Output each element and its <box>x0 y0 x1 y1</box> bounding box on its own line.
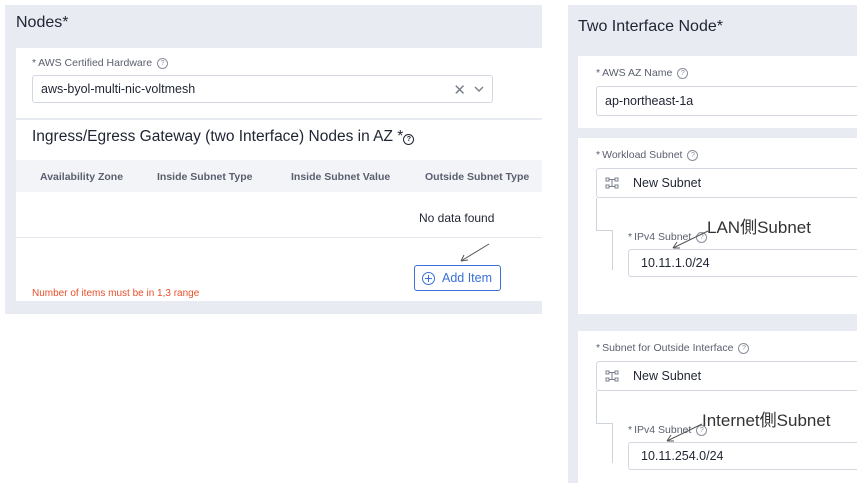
help-icon[interactable]: ? <box>738 343 750 354</box>
empty-state: No data found <box>419 211 495 225</box>
nodes-panel: Nodes* * AWS Certified Hardware? aws-byol… <box>5 5 542 314</box>
outside-label: * Subnet for Outside Interface? <box>596 342 750 354</box>
gateway-title: Ingress/Egress Gateway (two Interface) N… <box>32 128 415 146</box>
help-icon[interactable]: ? <box>157 58 169 69</box>
divider <box>16 237 542 238</box>
nest-line <box>612 230 613 270</box>
workload-ipv4-input[interactable]: 10.11.1.0/24 <box>628 249 857 277</box>
az-card: * AWS AZ Name? ap-northeast-1a <box>578 56 857 128</box>
lan-annotation: LAN側Subnet <box>707 218 811 237</box>
nodes-title: Nodes* <box>16 14 69 31</box>
gateway-card: Ingress/Egress Gateway (two Interface) N… <box>16 120 542 301</box>
workload-card: * Workload Subnet? New Subnet * IPv4 Subne… <box>578 138 857 314</box>
add-item-button[interactable]: Add Item <box>414 265 501 291</box>
help-icon[interactable]: ? <box>687 150 699 161</box>
plus-circle-icon <box>422 271 435 285</box>
outside-subnet-select[interactable]: New Subnet <box>596 361 857 391</box>
panel-title: Two Interface Node* <box>578 18 723 35</box>
hardware-select-value: aws-byol-multi-nic-voltmesh <box>41 82 196 96</box>
workload-subnet-choice: New Subnet <box>633 176 702 190</box>
outside-card: * Subnet for Outside Interface? New Subne… <box>578 331 857 488</box>
az-name-input[interactable]: ap-northeast-1a <box>596 86 857 116</box>
table-header: Availability Zone Inside Subnet Type Ins… <box>16 160 542 192</box>
column-inside-subnet-value[interactable]: Inside Subnet Value <box>291 171 390 183</box>
nest-line <box>596 423 612 424</box>
two-interface-node-panel: Two Interface Node* * AWS AZ Name? ap-nor… <box>568 5 857 488</box>
outside-ipv4-value: 10.11.254.0/24 <box>641 449 724 463</box>
column-outside-subnet-type[interactable]: Outside Subnet Type <box>425 171 529 183</box>
internet-annotation: Internet側Subnet <box>702 411 831 430</box>
arrow-annotation <box>672 230 709 249</box>
help-icon[interactable]: ? <box>677 68 689 79</box>
column-inside-subnet-type[interactable]: Inside Subnet Type <box>157 171 252 183</box>
hardware-label: * AWS Certified Hardware? <box>32 57 169 69</box>
outside-ipv4-input[interactable]: 10.11.254.0/24 <box>628 442 857 470</box>
outside-subnet-choice: New Subnet <box>633 369 702 383</box>
workload-subnet-select[interactable]: New Subnet <box>596 168 857 198</box>
validation-error: Number of items must be in 1,3 range <box>32 288 200 299</box>
az-label: * AWS AZ Name? <box>596 67 689 79</box>
add-item-label: Add Item <box>442 271 493 285</box>
chevron-down-icon[interactable] <box>474 86 484 93</box>
help-icon[interactable]: ? <box>403 134 415 145</box>
hardware-select[interactable]: aws-byol-multi-nic-voltmesh ✕ <box>32 75 493 103</box>
nest-line <box>596 198 597 230</box>
workload-label: * Workload Subnet? <box>596 149 699 161</box>
nest-line <box>596 391 597 423</box>
az-name-value: ap-northeast-1a <box>605 94 694 108</box>
arrow-annotation <box>666 423 703 442</box>
subnet-icon <box>605 177 619 189</box>
column-availability-zone[interactable]: Availability Zone <box>40 171 123 183</box>
clear-icon[interactable]: ✕ <box>453 81 466 99</box>
nest-line <box>612 423 613 463</box>
subnet-icon <box>605 370 619 382</box>
arrow-annotation <box>460 243 490 262</box>
nest-line <box>596 230 612 231</box>
hardware-card: * AWS Certified Hardware? aws-byol-multi-… <box>16 48 542 118</box>
workload-ipv4-value: 10.11.1.0/24 <box>641 256 710 270</box>
